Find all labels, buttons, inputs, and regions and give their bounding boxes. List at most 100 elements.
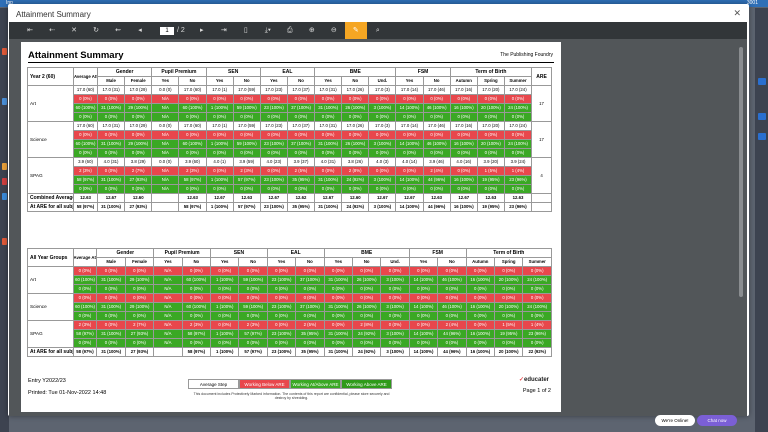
data-cell: 0 (0%) [259, 184, 288, 194]
atare-value: 58 (97%) [72, 202, 99, 212]
data-cell: 24 (100%) [522, 302, 552, 312]
data-cell: 0 (0%) [437, 338, 467, 348]
document-icon[interactable]: ▯ [235, 22, 257, 39]
atare-value: 22 (92%) [522, 347, 552, 357]
page-number-input[interactable]: 1 [160, 26, 174, 35]
data-cell: 0 (0%) [72, 130, 99, 140]
data-cell: 0 (0%) [286, 94, 316, 104]
data-cell: 0 (0%) [422, 148, 451, 158]
combined-value: 12.67 [314, 193, 343, 203]
data-cell: 0 (0%) [323, 293, 353, 303]
data-cell: 16 (100%) [465, 275, 495, 285]
data-cell: 0 (0%) [449, 94, 478, 104]
last-page-icon[interactable]: ⇥ [213, 22, 235, 39]
header-tob: Term of Birth [465, 248, 553, 258]
data-cell: N/A [153, 266, 183, 276]
data-cell: 0 (0%) [266, 320, 297, 330]
rotate-icon[interactable]: ↻ [85, 22, 107, 39]
data-cell: 4.0 (16) [449, 157, 478, 167]
download-icon[interactable]: ⤓▾ [257, 22, 279, 39]
data-cell: 0 (0%) [493, 284, 524, 294]
print-icon[interactable]: ⎙ [279, 22, 301, 39]
data-cell: 17.0 (26) [341, 121, 370, 131]
data-cell: 0 (0%) [395, 166, 424, 176]
data-cell: N/A [151, 166, 180, 176]
data-cell: 1 (100%) [205, 103, 234, 113]
data-cell: 0 (0%) [124, 184, 153, 194]
data-cell: 17.0 (3) [368, 121, 397, 131]
previous-icon[interactable]: ⇜ [107, 22, 129, 39]
sidebar-icon[interactable] [2, 48, 7, 55]
data-cell: 60 (100%) [72, 302, 98, 312]
page-indicator: Page 1 of 2 [522, 388, 551, 394]
data-cell: 0 (0%) [266, 284, 297, 294]
data-cell: 0 (0%) [96, 293, 126, 303]
data-cell: N/A [151, 112, 180, 122]
sidebar-icon[interactable] [2, 238, 7, 245]
sidebar-icon[interactable] [758, 133, 766, 140]
atare-value: 1 (100%) [205, 202, 234, 212]
data-cell: 0 (0%) [493, 293, 524, 303]
search-icon[interactable]: ⌕ [367, 22, 389, 39]
chat-now-button[interactable]: Chat now [697, 415, 737, 426]
sidebar-icon[interactable] [2, 178, 7, 185]
data-cell: 24 (100%) [522, 275, 552, 285]
data-cell: 1 (5%) [493, 320, 524, 330]
data-cell: 0 (0%) [266, 311, 297, 321]
atare-value [151, 202, 180, 212]
data-cell: 37 (100%) [286, 139, 316, 149]
scrollbar[interactable] [739, 47, 743, 297]
data-cell: 2 (5%) [295, 320, 325, 330]
sidebar-icon[interactable] [2, 193, 7, 200]
atare-value: 1 (100%) [210, 347, 240, 357]
sidebar-icon[interactable] [2, 98, 7, 105]
data-cell: 0 (0%) [314, 184, 343, 194]
data-cell: 2 (4%) [437, 320, 467, 330]
first-page-icon[interactable]: ⇤ [19, 22, 41, 39]
data-cell: 2 (5%) [286, 166, 316, 176]
subheader-autumn: Autumn [449, 76, 478, 86]
data-cell: 1 (100%) [210, 329, 240, 339]
zoom-in-icon[interactable]: ⊕ [301, 22, 323, 39]
data-cell: 3.9 (24) [503, 157, 533, 167]
next-page-icon[interactable]: ▸ [191, 22, 213, 39]
table-row: 0 (0%) 0 (0%) 0 (0%) N/A 0 (0%) 0 (0%) 0 (0%) 0… [28, 311, 552, 321]
table-row: SPAG 3.9 (60) 4.0 (31) 3.8 (29) 0.0 (0) 3.9 (… [27, 157, 552, 194]
data-cell: 0 (0%) [476, 184, 505, 194]
data-cell: 0 (0%) [181, 284, 212, 294]
highlight-icon[interactable]: ✎ [344, 22, 367, 39]
page-total: / 2 [177, 27, 185, 34]
data-cell: 0 (0%) [476, 112, 505, 122]
subheader-no: No [341, 76, 370, 86]
data-cell: 46 (100%) [422, 103, 451, 113]
data-cell: 31 (100%) [314, 139, 343, 149]
group-label: Year 2 (60) [27, 67, 74, 86]
data-cell: 0 (0%) [210, 311, 240, 321]
atare-label: At ARE for all subjects [27, 202, 74, 212]
zoom-out-icon[interactable]: ⊖ [323, 22, 345, 39]
atare-value: 57 (97%) [238, 347, 268, 357]
data-cell: 35 (95%) [295, 329, 325, 339]
subheader-no: No [295, 257, 325, 267]
sidebar-icon[interactable] [2, 163, 7, 170]
data-cell: 2 (3%) [238, 320, 268, 330]
subheader-yes: Yes [259, 76, 288, 86]
sidebar-icon[interactable] [758, 78, 766, 85]
data-cell: 0 (0%) [259, 112, 288, 122]
data-cell: 31 (100%) [97, 175, 126, 185]
subject-label: SPAG [27, 157, 74, 194]
close-icon[interactable]: ✕ [733, 8, 741, 19]
data-cell: 0 (0%) [72, 338, 98, 348]
table-row: Art 0 (0%) 0 (0%) 0 (0%) N/A 0 (0%) 0 (0%) 0 (0… [27, 266, 552, 294]
sidebar-icon[interactable] [758, 113, 766, 120]
data-cell: 0 (0%) [314, 166, 343, 176]
subheader-autumn: Autumn [465, 257, 495, 267]
data-cell: 0 (0%) [422, 184, 451, 194]
prev-page-icon[interactable]: ⇠ [41, 22, 63, 39]
data-cell: 17.0 (31) [314, 121, 343, 131]
close-document-icon[interactable]: ✕ [63, 22, 85, 39]
data-cell: 57 (97%) [238, 329, 268, 339]
back-icon[interactable]: ◂ [129, 22, 151, 39]
data-cell: 23 (100%) [266, 329, 297, 339]
data-cell: 0 (0%) [522, 338, 552, 348]
